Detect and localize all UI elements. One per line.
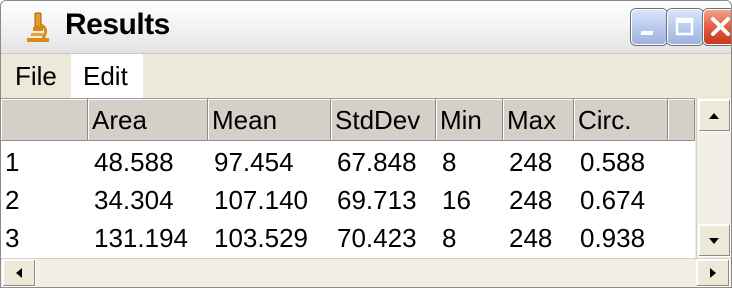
- maximize-button[interactable]: [667, 9, 703, 45]
- row-number-header[interactable]: [1, 99, 88, 141]
- cell-mean: 103.529: [214, 223, 308, 253]
- left-arrow-icon: [16, 268, 22, 278]
- cell-max: 248: [509, 147, 553, 177]
- maximize-icon: [675, 17, 694, 36]
- column-header-min[interactable]: Min: [436, 99, 503, 141]
- column-header-area[interactable]: Area: [88, 99, 208, 141]
- results-window: Results File Edit Area Mean StdDev Min M…: [0, 0, 732, 288]
- scroll-left-button[interactable]: [2, 259, 36, 287]
- row-index: 1: [5, 147, 20, 177]
- minimize-button[interactable]: [631, 9, 667, 45]
- cell-max: 248: [509, 223, 553, 253]
- window-title: Results: [65, 8, 170, 41]
- vertical-scrollbar[interactable]: [696, 98, 731, 258]
- cell-area: 48.588: [94, 147, 174, 177]
- scroll-right-button[interactable]: [696, 259, 730, 287]
- cell-area: 131.194: [94, 223, 188, 253]
- column-header-circ[interactable]: Circ.: [574, 99, 668, 141]
- up-arrow-icon: [709, 113, 719, 119]
- title-bar[interactable]: Results: [1, 1, 731, 54]
- cell-min: 16: [442, 185, 471, 215]
- cell-min: 8: [442, 147, 457, 177]
- column-header-mean[interactable]: Mean: [208, 99, 331, 141]
- menu-bar: File Edit: [1, 54, 731, 98]
- cell-circ: 0.938: [580, 223, 646, 253]
- menu-edit[interactable]: Edit: [71, 54, 143, 98]
- cell-mean: 97.454: [214, 147, 294, 177]
- horizontal-scrollbar[interactable]: [1, 258, 731, 287]
- minimize-icon: [641, 31, 653, 35]
- cell-mean: 107.140: [214, 185, 308, 215]
- microscope-icon: [23, 11, 53, 43]
- row-index: 3: [5, 223, 20, 253]
- cell-area: 34.304: [94, 185, 174, 215]
- scroll-up-button[interactable]: [698, 99, 731, 132]
- column-header-stddev[interactable]: StdDev: [331, 99, 436, 141]
- cell-stddev: 70.423: [337, 223, 417, 253]
- cell-stddev: 67.848: [337, 147, 417, 177]
- menu-file[interactable]: File: [1, 54, 69, 98]
- cell-min: 8: [442, 223, 457, 253]
- down-arrow-icon: [709, 238, 719, 244]
- scroll-down-button[interactable]: [698, 224, 731, 257]
- row-index: 2: [5, 185, 20, 215]
- cell-circ: 0.674: [580, 185, 646, 215]
- cell-max: 248: [509, 185, 553, 215]
- close-icon: [711, 17, 730, 36]
- menu-bar-fill: [143, 54, 731, 98]
- close-button[interactable]: [703, 9, 731, 45]
- right-arrow-icon: [710, 268, 716, 278]
- column-header-empty[interactable]: [668, 99, 695, 141]
- column-header-max[interactable]: Max: [503, 99, 574, 141]
- cell-stddev: 69.713: [337, 185, 417, 215]
- results-table: Area Mean StdDev Min Max Circ. 1 48.588 …: [1, 98, 695, 259]
- cell-circ: 0.588: [580, 147, 646, 177]
